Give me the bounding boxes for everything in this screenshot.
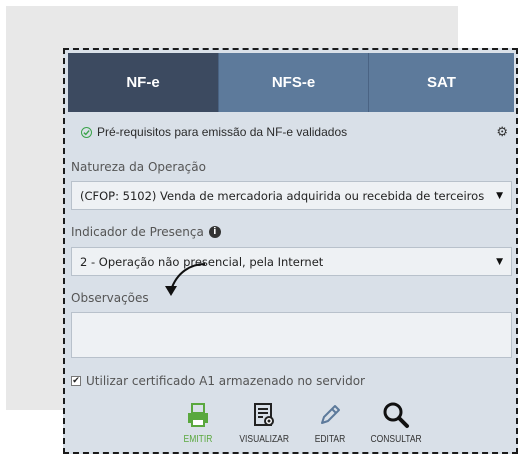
natureza-label: Natureza da Operação <box>71 160 206 174</box>
gear-icon[interactable]: ⚙ <box>496 124 508 140</box>
observacoes-label: Observações <box>71 291 149 305</box>
certificado-label: Utilizar certificado A1 armazenado no se… <box>86 374 365 388</box>
annotation-arrow-icon <box>165 263 206 296</box>
consultar-label: CONSULTAR <box>370 434 422 445</box>
tab-bar: NF-e NFS-e SAT <box>68 53 514 112</box>
presenca-select[interactable]: 2 - Operação não presencial, pela Intern… <box>71 247 512 276</box>
info-icon[interactable]: i <box>208 226 221 238</box>
printer-icon <box>185 400 211 430</box>
status-row: Pré-requisitos para emissão da NF-e vali… <box>81 123 508 141</box>
pencil-icon <box>317 400 343 430</box>
nfe-emission-panel: NF-e NFS-e SAT Pré-requisitos para emiss… <box>63 48 518 454</box>
editar-button[interactable]: EDITAR <box>297 400 363 445</box>
check-circle-icon <box>81 126 92 138</box>
magnifier-icon <box>382 400 410 430</box>
observacoes-textarea[interactable] <box>71 312 512 358</box>
visualizar-label: VISUALIZAR <box>239 434 289 445</box>
tab-sat[interactable]: SAT <box>368 53 514 112</box>
tab-nfe[interactable]: NF-e <box>68 53 218 112</box>
presenca-label: Indicador de Presença <box>71 225 204 239</box>
document-view-icon <box>251 400 277 430</box>
action-bar: EMITIR VISUALIZAR EDITAR CONSULTAR <box>165 400 429 445</box>
certificado-checkbox[interactable]: ✔ <box>71 376 81 386</box>
editar-label: EDITAR <box>314 434 346 445</box>
chevron-down-icon: ▼ <box>496 256 503 267</box>
natureza-value: (CFOP: 5102) Venda de mercadoria adquiri… <box>80 188 485 203</box>
natureza-select[interactable]: (CFOP: 5102) Venda de mercadoria adquiri… <box>71 181 512 210</box>
emitir-label: EMITIR <box>183 434 213 445</box>
status-text: Pré-requisitos para emissão da NF-e vali… <box>97 125 348 139</box>
presenca-label-row: Indicador de Presença i <box>71 225 221 239</box>
visualizar-button[interactable]: VISUALIZAR <box>231 400 297 445</box>
emitir-button[interactable]: EMITIR <box>165 400 231 445</box>
chevron-down-icon: ▼ <box>496 190 503 201</box>
consultar-button[interactable]: CONSULTAR <box>363 400 429 445</box>
tab-nfse[interactable]: NFS-e <box>218 53 368 112</box>
certificado-checkbox-row[interactable]: ✔ Utilizar certificado A1 armazenado no … <box>71 374 365 388</box>
